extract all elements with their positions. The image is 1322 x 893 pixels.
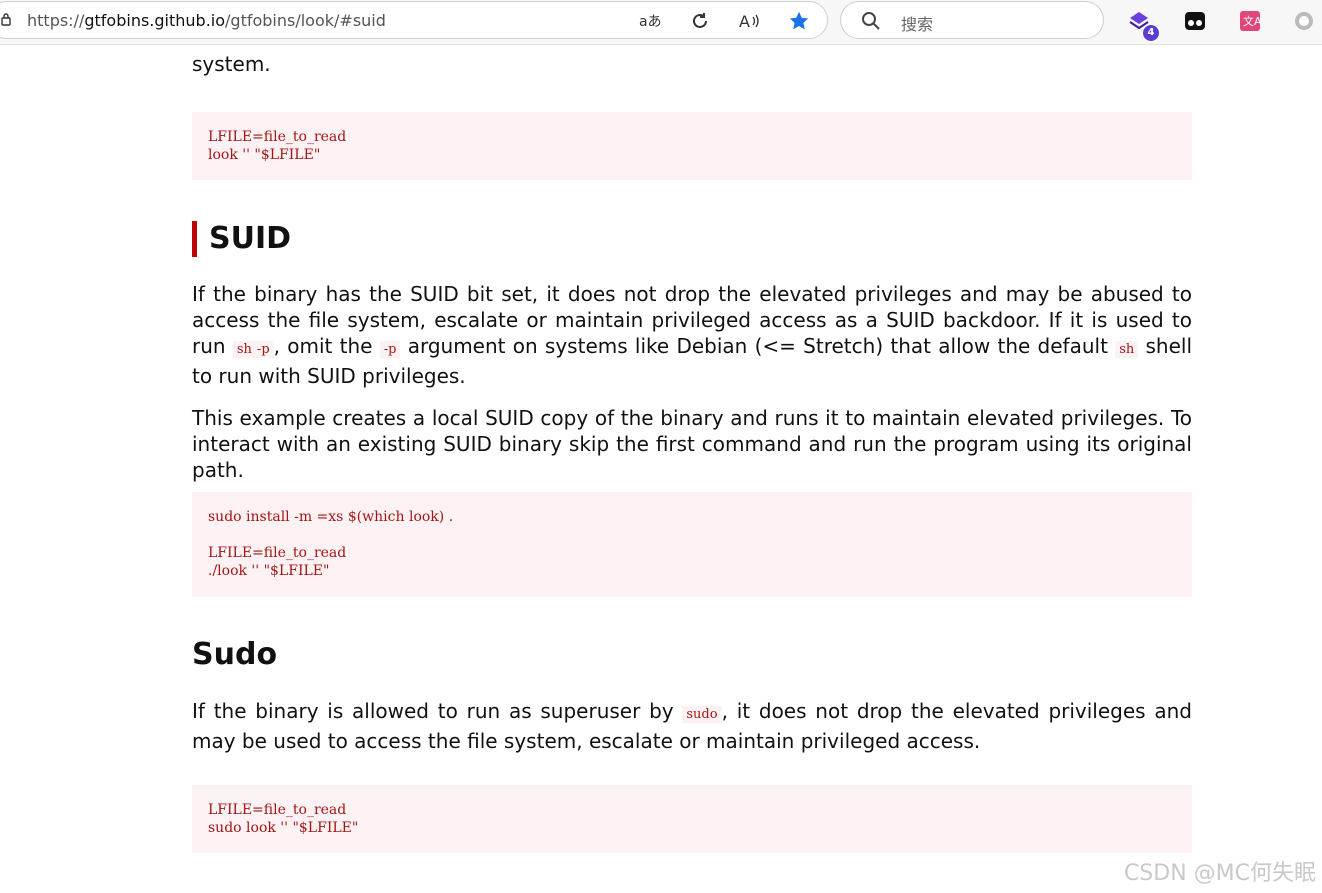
favorite-star-icon[interactable] xyxy=(788,10,810,32)
code-block-suid: sudo install -m =xs $(which look) . LFILE… xyxy=(192,492,1192,597)
code-line: look '' "$LFILE" xyxy=(208,147,321,163)
url-text[interactable]: https://gtfobins.github.io/gtfobins/look… xyxy=(27,11,386,30)
inline-code-sh: sh xyxy=(1115,341,1139,358)
search-placeholder: 搜索 xyxy=(901,15,934,34)
code-line: sudo look '' "$LFILE" xyxy=(208,820,359,836)
search-icon xyxy=(862,12,880,30)
previous-section-tail: system. xyxy=(192,52,271,76)
code-line: LFILE=file_to_read xyxy=(208,129,347,145)
translate-icon[interactable]: aあ xyxy=(639,10,661,32)
svg-text:aあ: aあ xyxy=(639,14,661,30)
section-heading-suid: SUID xyxy=(192,221,291,257)
tampermonkey-icon[interactable] xyxy=(1184,10,1206,32)
svg-text:A: A xyxy=(739,12,750,31)
text-run: argument on systems like Debian (<= Stre… xyxy=(400,334,1116,358)
inline-code-p: -p xyxy=(379,341,401,358)
translator-icon[interactable]: 文A xyxy=(1239,10,1261,32)
suid-description: If the binary has the SUID bit set, it d… xyxy=(192,281,1192,389)
code-line: sudo install -m =xs $(which look) . xyxy=(208,509,454,525)
svg-text:文A: 文A xyxy=(1243,14,1261,28)
extension-badge: 4 xyxy=(1142,24,1160,42)
url-host: gtfobins.github.io xyxy=(84,11,226,30)
text-run: If the binary is allowed to run as super… xyxy=(192,699,683,723)
section-heading-sudo: Sudo xyxy=(192,637,278,672)
watermark: CSDN @MC何失眠 xyxy=(1123,861,1316,886)
code-line: ./look '' "$LFILE" xyxy=(208,563,330,579)
url-scheme: https:// xyxy=(27,11,85,30)
code-line: LFILE=file_to_read xyxy=(208,545,347,561)
search-box[interactable]: 搜索 xyxy=(840,1,1104,39)
read-aloud-icon[interactable]: A xyxy=(739,10,761,32)
refresh-icon[interactable] xyxy=(689,10,711,32)
sudo-description: If the binary is allowed to run as super… xyxy=(192,698,1192,754)
lock-icon[interactable] xyxy=(1,12,11,26)
inline-code-sh-p: sh -p xyxy=(232,341,274,358)
code-block-sudo: LFILE=file_to_readsudo look '' "$LFILE" xyxy=(192,785,1192,853)
code-line: LFILE=file_to_read xyxy=(208,802,347,818)
suid-example-description: This example creates a local SUID copy o… xyxy=(192,406,1192,482)
text-run: , omit the xyxy=(273,334,380,358)
address-bar[interactable]: https://gtfobins.github.io/gtfobins/look… xyxy=(0,1,828,39)
circle-icon[interactable] xyxy=(1293,10,1315,32)
inline-code-sudo: sudo xyxy=(682,706,722,723)
url-path: /gtfobins/look/#suid xyxy=(225,11,386,30)
browser-toolbar: https://gtfobins.github.io/gtfobins/look… xyxy=(0,0,1322,45)
code-block-file-read: LFILE=file_to_readlook '' "$LFILE" xyxy=(192,112,1192,180)
